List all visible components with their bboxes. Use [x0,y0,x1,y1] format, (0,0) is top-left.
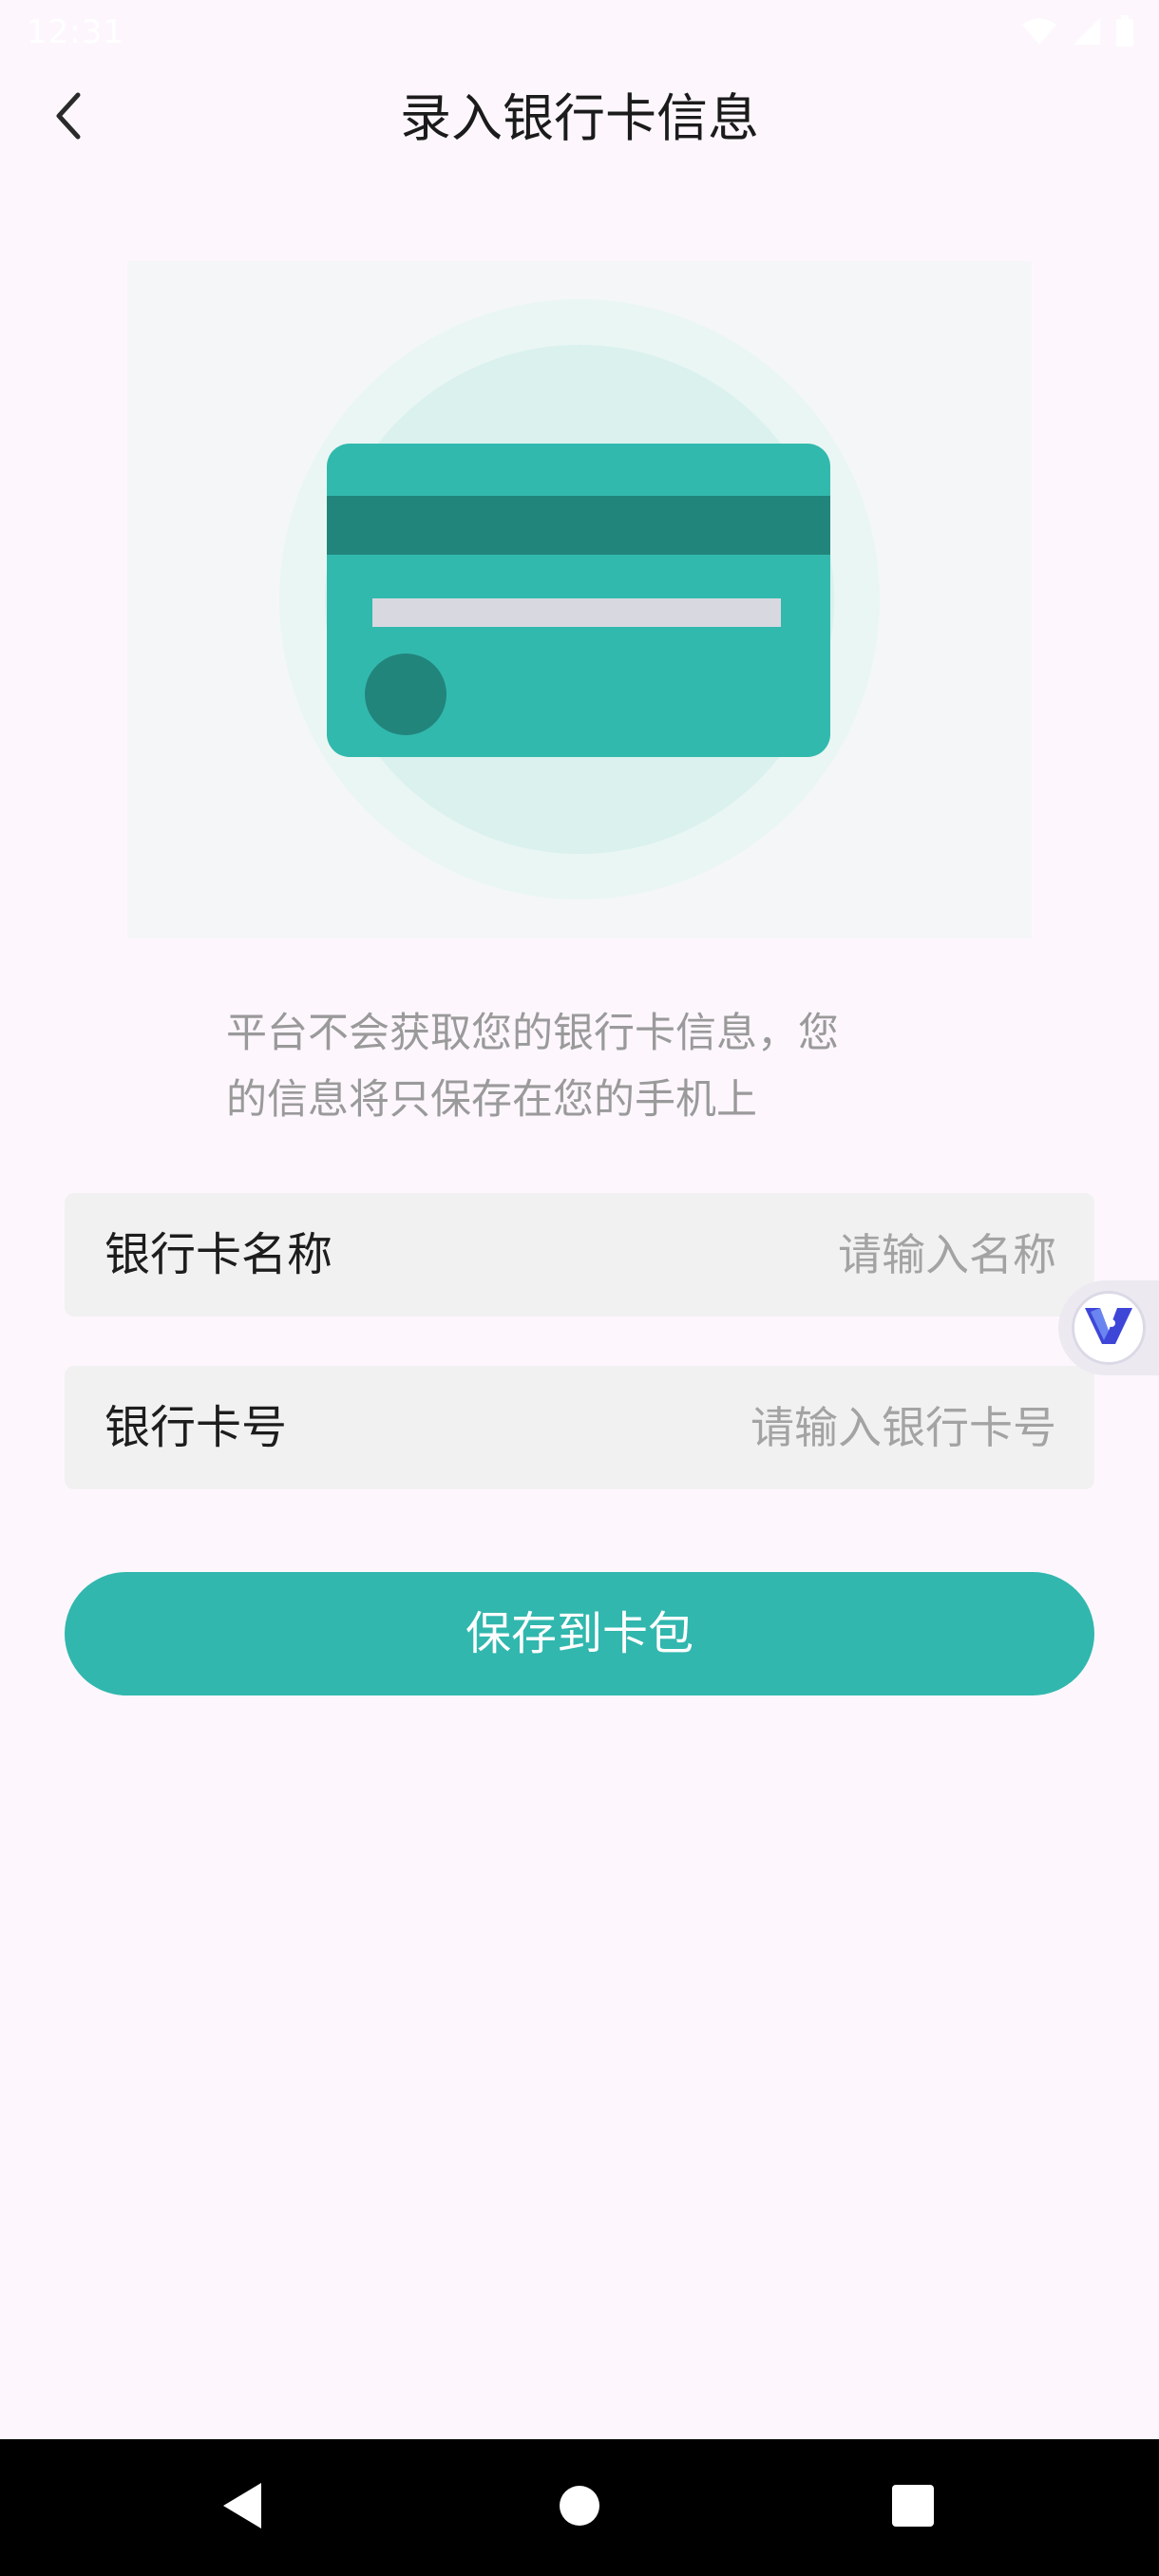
nav-back-icon [219,2481,265,2534]
card-number-input[interactable] [524,1392,1056,1463]
card-name-input[interactable] [524,1220,1056,1290]
privacy-notice-line-1: 平台不会获取您的银行卡信息，您 [226,1010,839,1057]
status-icons [1020,15,1134,51]
wifi-icon [1020,16,1058,50]
header: 录入银行卡信息 [0,66,1159,171]
privacy-notice-line-2: 的信息将只保存在您的手机上 [226,1076,757,1124]
battery-icon [1115,15,1134,51]
save-to-wallet-button[interactable]: 保存到卡包 [65,1572,1094,1695]
navigation-bar [0,2439,1159,2576]
v-logo-icon [1083,1304,1134,1352]
credit-card-icon [279,299,880,900]
nav-home-icon [559,2485,600,2530]
signal-icon [1072,16,1102,50]
card-number-field[interactable]: 银行卡号 [65,1366,1094,1489]
nav-home-button[interactable] [545,2473,614,2542]
card-name-label: 银行卡名称 [104,1228,333,1281]
card-number-label: 银行卡号 [104,1401,288,1454]
screen: 12:31 录入银行卡信息 平台不会获取您的银行卡信息，您 的信息将只保存在您的… [0,0,1159,2576]
nav-recents-icon [891,2484,935,2531]
floating-assistant-badge [1072,1291,1146,1365]
nav-recents-button[interactable] [879,2473,947,2542]
page-title: 录入银行卡信息 [400,88,759,148]
nav-back-button[interactable] [208,2473,276,2542]
card-name-field[interactable]: 银行卡名称 [65,1193,1094,1316]
floating-assistant-button[interactable] [1058,1280,1159,1375]
status-time: 12:31 [27,13,124,51]
status-bar: 12:31 [0,0,1159,66]
card-illustration [127,261,1032,938]
privacy-notice: 平台不会获取您的银行卡信息，您 的信息将只保存在您的手机上 [226,1000,920,1133]
